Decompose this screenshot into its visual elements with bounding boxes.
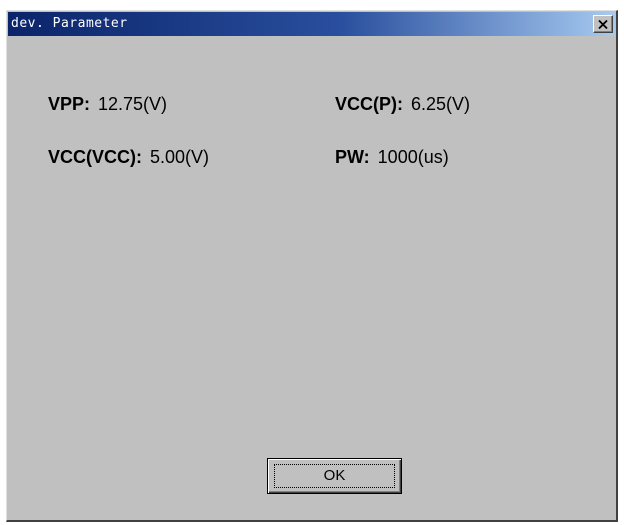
close-button[interactable] [593,15,613,33]
param-vpp-label: VPP: [48,94,91,114]
param-pw-value: 1000(us) [377,147,449,167]
param-vcc-p-label: VCC(P): [335,94,403,114]
param-vcc-vcc: VCC(VCC): 5.00(V) [48,147,209,168]
param-pw: PW: 1000(us) [335,147,449,168]
window-title: dev. Parameter [11,16,128,31]
param-vpp-value: 12.75(V) [98,94,168,114]
parameter-dialog: dev. Parameter VPP: 12.75(V) VCC(P): 6.25(… [6,10,618,522]
param-vcc-p: VCC(P): 6.25(V) [335,94,470,115]
param-vcc-vcc-label: VCC(VCC): [48,147,142,167]
param-vcc-p-value: 6.25(V) [411,94,471,114]
title-bar[interactable]: dev. Parameter [8,12,615,36]
param-pw-label: PW: [335,147,370,167]
param-vpp: VPP: 12.75(V) [48,94,167,115]
param-vcc-vcc-value: 5.00(V) [150,147,210,167]
close-icon [598,19,608,29]
ok-button[interactable]: OK [267,458,402,494]
ok-button-label: OK [323,467,346,484]
